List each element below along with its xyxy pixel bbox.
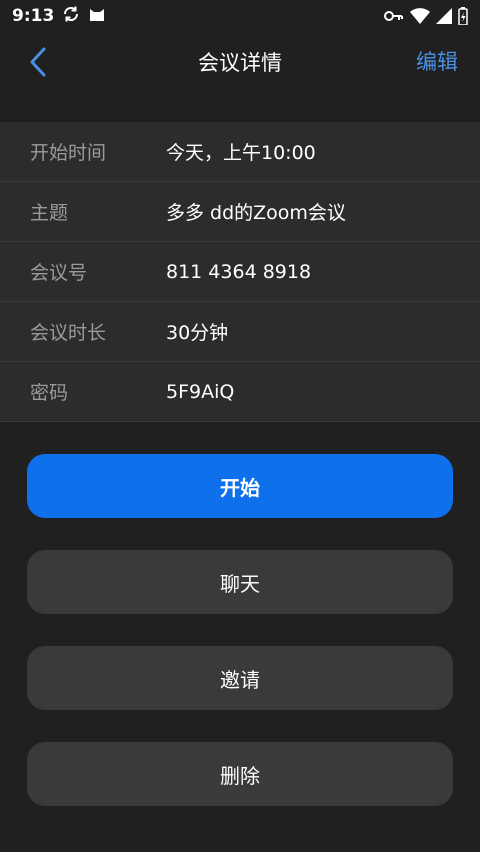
detail-label: 会议时长	[30, 322, 107, 344]
detail-label: 密码	[30, 382, 69, 404]
detail-row-duration: 会议时长 30分钟	[0, 302, 480, 362]
wifi-icon	[410, 8, 430, 24]
edit-button[interactable]: 编辑	[416, 46, 458, 76]
page-title: 会议详情	[198, 51, 282, 75]
detail-row-topic: 主题 多多 dd的Zoom会议	[0, 182, 480, 242]
detail-label: 会议号	[30, 262, 88, 284]
detail-value: 30分钟	[166, 322, 229, 344]
detail-value: 5F9AiQ	[166, 380, 235, 403]
status-right	[384, 7, 468, 25]
status-time: 9:13	[12, 6, 55, 26]
header: 会议详情 编辑	[0, 32, 480, 92]
detail-value: 多多 dd的Zoom会议	[166, 202, 346, 224]
signal-icon	[436, 8, 452, 24]
battery-icon	[458, 7, 468, 25]
back-button[interactable]	[22, 46, 54, 78]
sync-icon	[62, 5, 80, 27]
meeting-details-screen: 9:13 会议详情 编辑 开始时间 今天，上午10:00 主题 多多 dd的Zo…	[0, 0, 480, 852]
invite-button[interactable]: 邀请	[27, 646, 453, 710]
status-bar: 9:13	[0, 0, 480, 32]
start-button[interactable]: 开始	[27, 454, 453, 518]
cat-icon	[88, 5, 106, 27]
detail-label: 开始时间	[30, 142, 107, 164]
detail-value: 今天，上午10:00	[166, 142, 316, 164]
detail-row-start-time: 开始时间 今天，上午10:00	[0, 122, 480, 182]
key-icon	[384, 9, 404, 23]
detail-label: 主题	[30, 202, 69, 224]
detail-row-password: 密码 5F9AiQ	[0, 362, 480, 422]
detail-value: 811 4364 8918	[166, 260, 312, 283]
detail-row-meeting-id: 会议号 811 4364 8918	[0, 242, 480, 302]
chevron-left-icon	[30, 47, 46, 77]
meeting-details-list: 开始时间 今天，上午10:00 主题 多多 dd的Zoom会议 会议号 811 …	[0, 122, 480, 422]
status-left: 9:13	[12, 5, 106, 27]
delete-button[interactable]: 删除	[27, 742, 453, 806]
chat-button[interactable]: 聊天	[27, 550, 453, 614]
